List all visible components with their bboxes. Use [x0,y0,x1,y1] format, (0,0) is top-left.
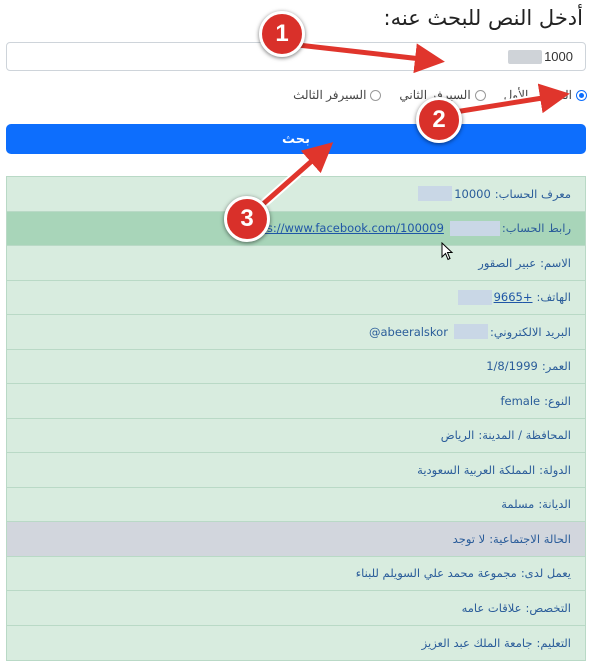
mouse-cursor-icon [441,242,454,261]
annotation-badge-2: 2 [416,97,462,143]
arrow-2 [452,83,570,115]
annotation-arrows [257,40,570,210]
annotation-badge-3: 3 [224,196,270,242]
arrow-3 [259,142,334,208]
annotation-badge-1: 1 [259,11,305,57]
arrow-1 [295,42,445,74]
